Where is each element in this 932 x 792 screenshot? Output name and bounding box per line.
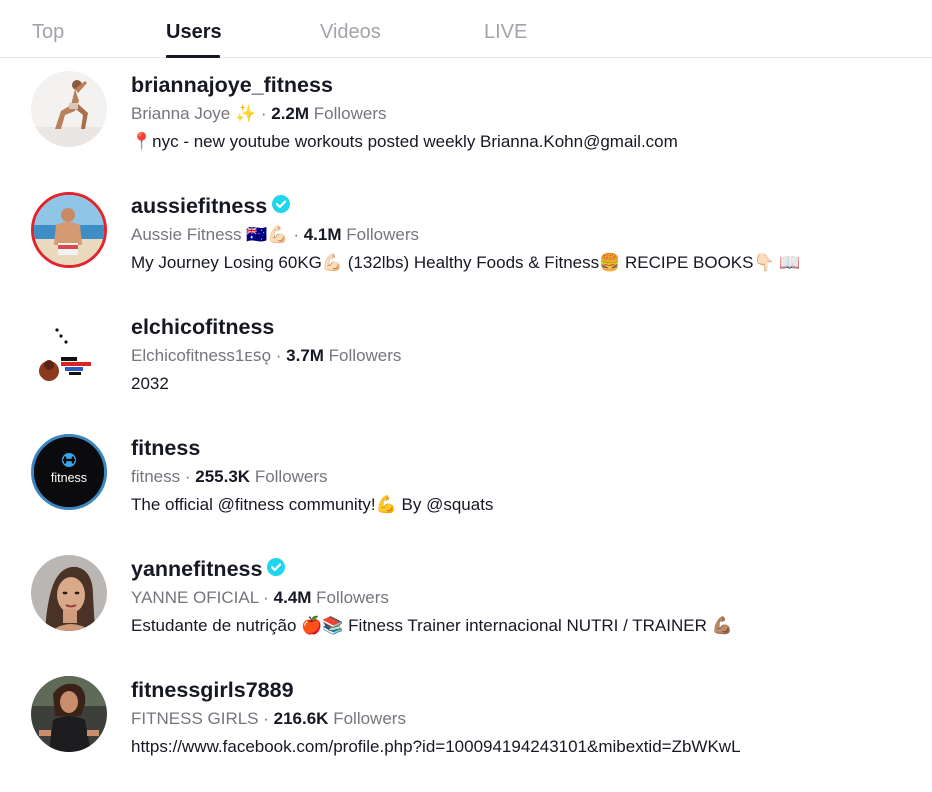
tab-top[interactable]: Top (32, 19, 64, 45)
make-elchicofitness-logo-icon (31, 313, 107, 389)
user-meta: Aussie Fitness 🇦🇺💪🏻 · 4.1M Followers (131, 224, 419, 246)
nickname: YANNE OFICIAL (131, 588, 259, 607)
fitness-logo-text: fitness (51, 471, 87, 485)
follower-count: 4.1M (303, 225, 342, 244)
username[interactable]: aussiefitness (131, 194, 267, 218)
woman-portrait-photo-icon (31, 555, 107, 631)
fitness-logo-icon: fitness (34, 437, 104, 507)
username[interactable]: elchicofitness (131, 315, 274, 339)
follower-count: 2.2M (271, 104, 310, 123)
user-result-item[interactable]: briannajoye_fitness Brianna Joye ✨ · 2.2… (0, 71, 932, 187)
user-bio: 2032 (131, 374, 169, 393)
user-result-item[interactable]: aussiefitness Aussie Fitness 🇦🇺💪🏻 · 4.1M… (0, 192, 932, 308)
user-bio: Estudante de nutrição 🍎📚 Fitness Trainer… (131, 616, 733, 635)
verified-badge-icon (272, 195, 291, 213)
user-bio: The official @fitness community!💪 By @sq… (131, 495, 494, 514)
username[interactable]: briannajoye_fitness (131, 73, 333, 97)
separator: · (258, 588, 274, 607)
tab-videos[interactable]: Videos (320, 19, 381, 45)
followers-label: Followers (254, 467, 328, 486)
woman-stretching-photo-icon (31, 71, 107, 147)
tab-live[interactable]: LIVE (484, 19, 527, 45)
followers-label: Followers (346, 225, 419, 244)
user-meta: FITNESS GIRLS · 216.6K Followers (131, 708, 406, 730)
user-bio: My Journey Losing 60KG💪🏻 (132lbs) Health… (131, 253, 801, 272)
nickname: FITNESS GIRLS (131, 709, 259, 728)
tab-users[interactable]: Users (166, 19, 222, 45)
search-tabs: Top Users Videos LIVE (0, 0, 932, 58)
nickname: Brianna Joye ✨ (131, 104, 257, 123)
separator: · (180, 467, 196, 486)
separator: · (271, 346, 287, 365)
followers-label: Followers (328, 346, 402, 365)
username[interactable]: fitness (131, 436, 200, 460)
username[interactable]: fitnessgirls7889 (131, 678, 294, 702)
avatar[interactable] (31, 313, 107, 389)
user-meta: fitness · 255.3K Followers (131, 466, 328, 488)
user-bio: 📍nyc - new youtube workouts posted weekl… (131, 132, 678, 151)
user-result-item[interactable]: elchicofitness Elchicofitness1ᴇꜱǫ · 3.7M… (0, 313, 932, 429)
follower-count: 3.7M (286, 346, 324, 365)
user-meta: YANNE OFICIAL · 4.4M Followers (131, 587, 389, 609)
separator: · (256, 104, 272, 123)
woman-gym-photo-icon (31, 676, 107, 752)
nickname: Aussie Fitness 🇦🇺💪🏻 (131, 225, 289, 244)
followers-label: Followers (316, 588, 389, 607)
followers-label: Followers (333, 709, 406, 728)
user-result-item[interactable]: yannefitness YANNE OFICIAL · 4.4M Follow… (0, 555, 932, 671)
nickname: Elchicofitness1ᴇꜱǫ (131, 346, 272, 365)
active-tab-indicator (166, 55, 220, 58)
follower-count: 216.6K (273, 709, 329, 728)
separator: · (288, 225, 304, 244)
avatar-live[interactable] (31, 192, 107, 268)
avatar[interactable]: fitness (31, 434, 107, 510)
avatar[interactable] (31, 71, 107, 147)
nickname: fitness (131, 467, 181, 486)
separator: · (258, 709, 274, 728)
avatar[interactable] (31, 676, 107, 752)
user-result-item[interactable]: fitnessgirls7889 FITNESS GIRLS · 216.6K … (0, 676, 932, 792)
verified-badge-icon (267, 558, 286, 576)
man-on-beach-photo-icon (34, 195, 104, 265)
followers-label: Followers (313, 104, 387, 123)
follower-count: 255.3K (195, 467, 251, 486)
follower-count: 4.4M (273, 588, 312, 607)
username[interactable]: yannefitness (131, 557, 262, 581)
user-bio: https://www.facebook.com/profile.php?id=… (131, 737, 741, 756)
avatar[interactable] (31, 555, 107, 631)
user-result-item[interactable]: fitness fitness fitness · 255.3K Followe… (0, 434, 932, 550)
user-meta: Elchicofitness1ᴇꜱǫ · 3.7M Followers (131, 345, 401, 367)
user-meta: Brianna Joye ✨ · 2.2M Followers (131, 103, 387, 125)
